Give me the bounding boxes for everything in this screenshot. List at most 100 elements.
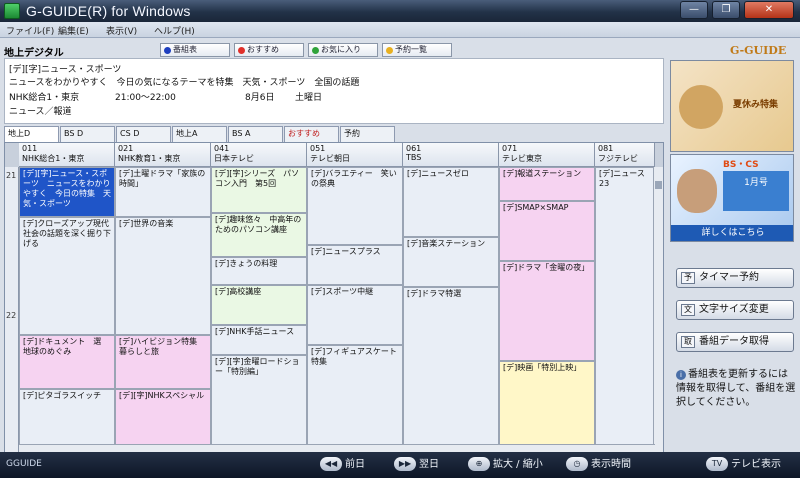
side-note: i 番組表を更新するには情報を取得して、番組を選択してください。: [676, 368, 796, 410]
legend-favorites[interactable]: お気に入り: [308, 43, 378, 57]
menu-view[interactable]: 表示(V): [106, 24, 137, 37]
tab-recommended[interactable]: おすすめ: [284, 126, 339, 142]
timer-reservation-button[interactable]: 予 タイマー予約: [676, 268, 794, 288]
column-header[interactable]: 061 TBS: [403, 143, 499, 167]
zoom-button[interactable]: ⊕ 拡大 / 縮小: [468, 457, 543, 473]
tv-display-button[interactable]: TV テレビ表示: [706, 457, 781, 473]
tab-bs-digital[interactable]: BS D: [60, 126, 115, 142]
font-size-button[interactable]: 文 文字サイズ変更: [676, 300, 794, 320]
next-day-button[interactable]: ▶▶ 翌日: [394, 457, 439, 473]
app-icon: [4, 3, 20, 19]
minimize-button[interactable]: —: [680, 1, 708, 19]
green-dot-icon: [312, 47, 319, 54]
program-cell[interactable]: [デ]ハイビジョン特集 暮らしと旅: [115, 335, 211, 389]
channel-type-label: 地上デジタル: [4, 48, 64, 59]
program-grid: 011 NHK総合1・東京 021 NHK教育1・東京 041 日本テレビ 05…: [4, 142, 664, 454]
fetch-data-button[interactable]: 取 番組データ取得: [676, 332, 794, 352]
program-cell[interactable]: [デ]音楽ステーション: [403, 237, 499, 287]
tab-terrestrial-digital[interactable]: 地上D: [4, 126, 59, 143]
blue-dot-icon: [164, 47, 171, 54]
channel-name: NHK総合1・東京: [22, 154, 85, 163]
program-cell[interactable]: [デ]NHK手話ニュース: [211, 325, 307, 355]
program-cell[interactable]: [デ]報道ステーション: [499, 167, 595, 201]
program-cell[interactable]: [デ]ニュース23: [595, 167, 655, 446]
column-header[interactable]: 011 NHK総合1・東京: [19, 143, 115, 167]
scroll-thumb[interactable]: [655, 181, 662, 189]
time-label: 22: [6, 311, 17, 320]
channel-number: 081: [598, 144, 614, 153]
ad-text: BS・CS: [723, 160, 759, 170]
menu-bar: ファイル(F) 編集(E) 表示(V) ヘルプ(H): [0, 22, 800, 38]
program-cell[interactable]: [デ]ドキュメント 選 地球のめぐみ: [19, 335, 115, 389]
program-cell[interactable]: [デ]スポーツ中継: [307, 285, 403, 345]
tab-cs-digital[interactable]: CS D: [116, 126, 171, 142]
program-weekday: 土曜日: [295, 93, 323, 103]
channel-name: テレビ東京: [502, 154, 542, 163]
program-cell[interactable]: [デ]SMAP×SMAP: [499, 201, 595, 261]
program-cell[interactable]: [デ]フィギュアスケート特集: [307, 345, 403, 446]
program-cell[interactable]: [デ]高校講座: [211, 285, 307, 325]
button-label: 前日: [345, 459, 365, 470]
column-header[interactable]: 071 テレビ東京: [499, 143, 595, 167]
column-header[interactable]: 051 テレビ朝日: [307, 143, 403, 167]
legend-recommended[interactable]: おすすめ: [234, 43, 304, 57]
program-genre: ニュース／報道: [9, 107, 72, 117]
menu-edit[interactable]: 編集(E): [58, 24, 89, 37]
program-cell[interactable]: [デ]ドラマ「金曜の夜」: [499, 261, 595, 361]
window-title: G-GUIDE(R) for Windows: [26, 3, 191, 19]
tab-terrestrial-analog[interactable]: 地上A: [172, 126, 227, 142]
program-cell[interactable]: [デ][字]シリーズ パソコン入門 第5回: [211, 167, 307, 213]
display-time-button[interactable]: ◷ 表示時間: [566, 457, 631, 473]
status-text: GGUIDE: [6, 459, 42, 469]
ad-inner-banner: 1月号: [723, 171, 789, 211]
person-photo-icon: [677, 169, 717, 213]
button-label: 拡大 / 縮小: [493, 459, 543, 470]
menu-help[interactable]: ヘルプ(H): [154, 24, 195, 37]
legend-reservations[interactable]: 予約一覧: [382, 43, 452, 57]
fast-forward-icon: ▶▶: [394, 457, 416, 471]
program-cell[interactable]: [デ]映画「特別上映」: [499, 361, 595, 446]
clock-icon: ◷: [566, 457, 588, 471]
tab-bs-analog[interactable]: BS A: [228, 126, 283, 142]
program-cell[interactable]: [デ]ニュースゼロ: [403, 167, 499, 237]
time-column: 21 22: [5, 167, 19, 453]
program-cell[interactable]: [デ]ドラマ特選: [403, 287, 499, 446]
program-cell[interactable]: [デ]趣味悠々 中高年のためのパソコン講座: [211, 213, 307, 257]
program-cell[interactable]: [デ]土曜ドラマ「家族の時間」: [115, 167, 211, 217]
program-cell[interactable]: [デ]世界の音楽: [115, 217, 211, 335]
program-cell[interactable]: [デ]きょうの料理: [211, 257, 307, 285]
rewind-icon: ◀◀: [320, 457, 342, 471]
cat-photo-icon: [679, 85, 723, 129]
column-header[interactable]: 041 日本テレビ: [211, 143, 307, 167]
prev-day-button[interactable]: ◀◀ 前日: [320, 457, 365, 473]
program-cell[interactable]: [デ][字]金曜ロードショー「特別編」: [211, 355, 307, 446]
channel-number: 071: [502, 144, 518, 153]
legend-program-list[interactable]: 番組表: [160, 43, 230, 57]
program-cell[interactable]: [デ]ニュースプラス: [307, 245, 403, 285]
side-note-text: 番組表を更新するには情報を取得して、番組を選択してください。: [676, 369, 796, 408]
program-time: 21:00～22:00: [115, 93, 176, 103]
program-cell[interactable]: [デ]クローズアップ現代 社会の話題を深く掘り下げる: [19, 217, 115, 335]
program-cell[interactable]: [デ]ピタゴラスイッチ: [19, 389, 115, 446]
gguide-logo: G-GUIDE: [730, 44, 787, 57]
channel-number: 051: [310, 144, 326, 153]
program-cell[interactable]: [デ][字]NHKスペシャル: [115, 389, 211, 446]
ad-banner-top[interactable]: 夏休み特集: [670, 60, 794, 152]
column-header[interactable]: 021 NHK教育1・東京: [115, 143, 211, 167]
ad-banner-bottom[interactable]: BS・CS 1月号 詳しくはこちら: [670, 154, 794, 242]
tab-reservations[interactable]: 予約: [340, 126, 395, 142]
title-bar: G-GUIDE(R) for Windows — ❐ ✕: [0, 0, 800, 22]
channel-number: 021: [118, 144, 134, 153]
channel-name: NHK教育1・東京: [118, 154, 181, 163]
download-icon: 取: [681, 336, 695, 348]
button-label: 番組データ取得: [699, 336, 769, 347]
vertical-scrollbar[interactable]: [653, 167, 663, 453]
channel-name: テレビ朝日: [310, 154, 350, 163]
timer-icon: 予: [681, 272, 695, 284]
program-cell[interactable]: [デ][字]ニュース・スポーツ ニュースをわかりやすく 今日の特集 天気・スポー…: [19, 167, 115, 217]
program-cell[interactable]: [デ]バラエティー 笑いの祭典: [307, 167, 403, 245]
maximize-button[interactable]: ❐: [712, 1, 740, 19]
menu-file[interactable]: ファイル(F): [6, 24, 54, 37]
column-header[interactable]: 081 フジテレビ: [595, 143, 655, 167]
close-button[interactable]: ✕: [744, 1, 794, 19]
